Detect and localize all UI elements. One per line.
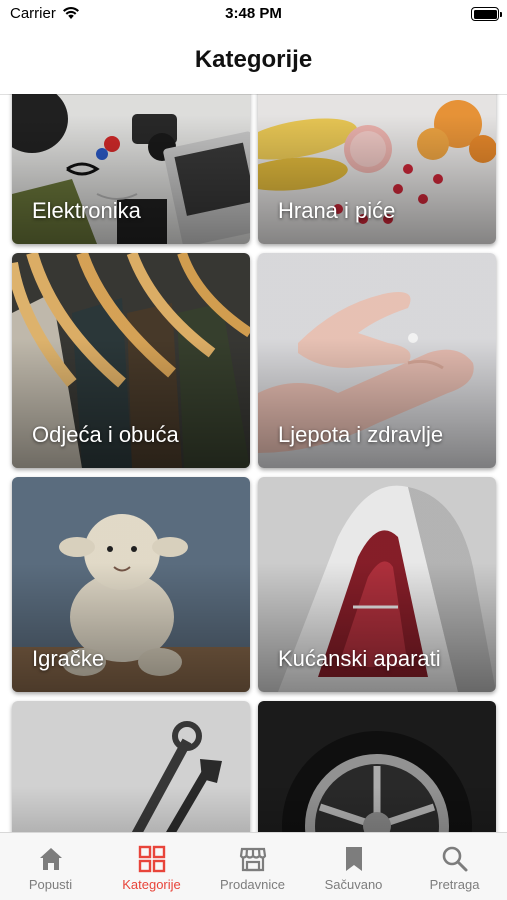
category-label: Igračke	[32, 646, 105, 671]
category-card-igracke[interactable]: Igračke	[12, 477, 250, 692]
category-card-odjeca-i-obuca[interactable]: Odjeća i obuća	[12, 253, 250, 468]
tab-label: Popusti	[28, 877, 73, 892]
category-card-auto[interactable]	[258, 701, 496, 832]
home-icon	[40, 848, 62, 870]
category-label: Elektronika	[32, 198, 141, 223]
clock-label: 3:48 PM	[225, 5, 282, 22]
category-label: Kućanski aparati	[278, 646, 441, 671]
tab-sacuvano[interactable]: Sačuvano	[303, 833, 404, 900]
grid-icon	[138, 845, 166, 873]
battery-icon	[471, 7, 499, 21]
category-grid[interactable]: Elektronika Hrana i piće Odjeća i obuća …	[0, 94, 507, 832]
category-card-ljepota-i-zdravlje[interactable]: Ljepota i zdravlje	[258, 253, 496, 468]
tab-label: Prodavnice	[219, 877, 286, 892]
category-label: Ljepota i zdravlje	[278, 422, 444, 447]
status-bar: Carrier 3:48 PM	[0, 0, 507, 28]
store-icon	[239, 847, 267, 872]
tab-pretraga[interactable]: Pretraga	[404, 833, 505, 900]
category-card-kucanski-aparati[interactable]: Kućanski aparati	[258, 477, 496, 692]
card-shade	[258, 701, 496, 832]
tab-kategorije[interactable]: Kategorije	[101, 833, 202, 900]
tab-bar: Popusti Kategorije Prodavnice Sačuvano P…	[0, 832, 507, 900]
category-card-hrana-i-pice[interactable]: Hrana i piće	[258, 94, 496, 244]
bookmark-icon	[346, 847, 362, 871]
tab-label: Sačuvano	[324, 877, 383, 892]
category-label: Odjeća i obuća	[32, 422, 179, 447]
battery-cap	[500, 12, 502, 17]
category-card-elektronika[interactable]: Elektronika	[12, 94, 250, 244]
app-screen: Carrier 3:48 PM Kategorije Elektronika H…	[0, 0, 507, 900]
category-label: Hrana i piće	[278, 198, 396, 223]
category-card-alati[interactable]	[12, 701, 250, 832]
tab-label: Kategorije	[122, 877, 181, 892]
search-icon	[442, 846, 468, 872]
card-shade	[12, 701, 250, 832]
page-title: Kategorije	[194, 46, 313, 73]
tab-popusti[interactable]: Popusti	[0, 833, 101, 900]
navigation-bar: Kategorije	[0, 28, 507, 94]
tab-label: Pretraga	[429, 877, 480, 892]
tab-prodavnice[interactable]: Prodavnice	[202, 833, 303, 900]
